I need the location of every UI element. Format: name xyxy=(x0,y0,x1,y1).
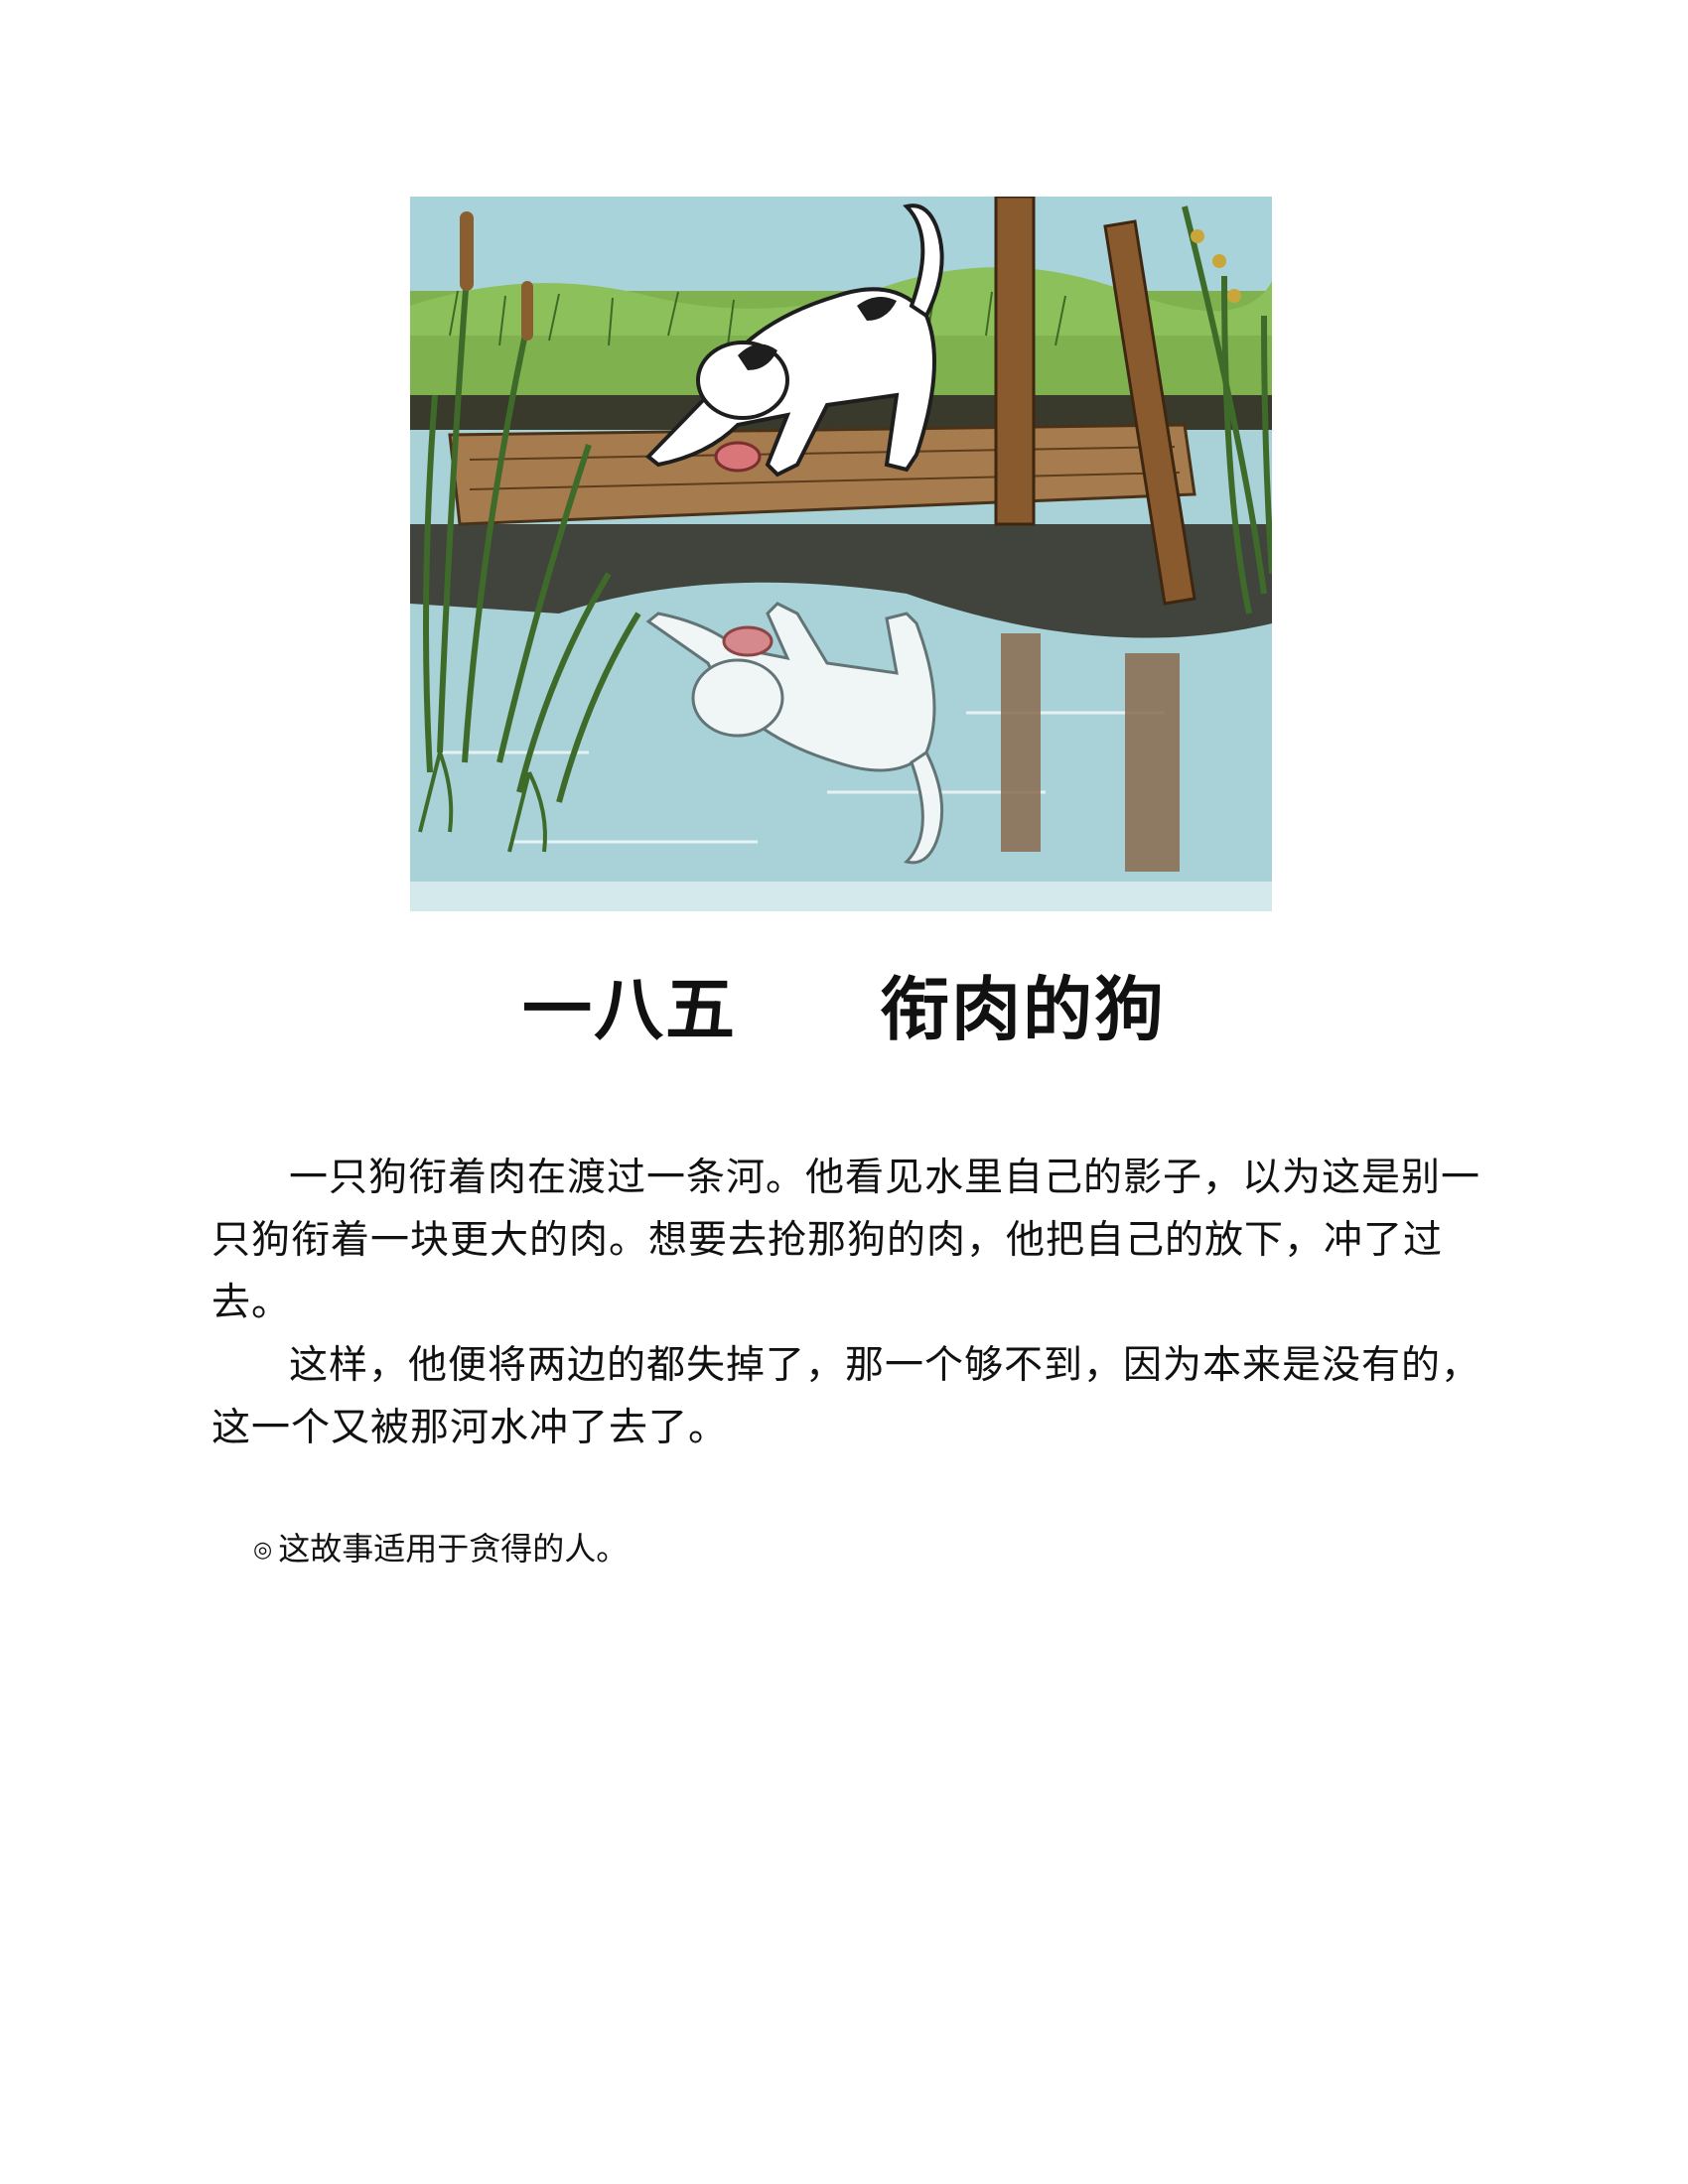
moral-note: ◎ 这故事适用于贪得的人。 xyxy=(253,1527,628,1572)
dog-bridge-illustration xyxy=(410,197,1272,911)
moral-text: 这故事适用于贪得的人。 xyxy=(278,1530,629,1568)
bullet-icon: ◎ xyxy=(253,1538,273,1563)
story-illustration xyxy=(410,197,1272,911)
story-paragraph: 一只狗衔着肉在渡过一条河。他看见水里自己的影子，以为这是别一只狗衔着一块更大的肉… xyxy=(211,1156,1481,1325)
page-title: 一八五 衔肉的狗 xyxy=(522,969,1166,1050)
story-body: 一只狗衔着肉在渡过一条河。他看见水里自己的影子，以为这是别一只狗衔着一块更大的肉… xyxy=(211,1147,1482,1459)
story-paragraph: 这样，他便将两边的都失掉了，那一个够不到，因为本来是没有的，这一个又被那河水冲了… xyxy=(211,1343,1481,1450)
